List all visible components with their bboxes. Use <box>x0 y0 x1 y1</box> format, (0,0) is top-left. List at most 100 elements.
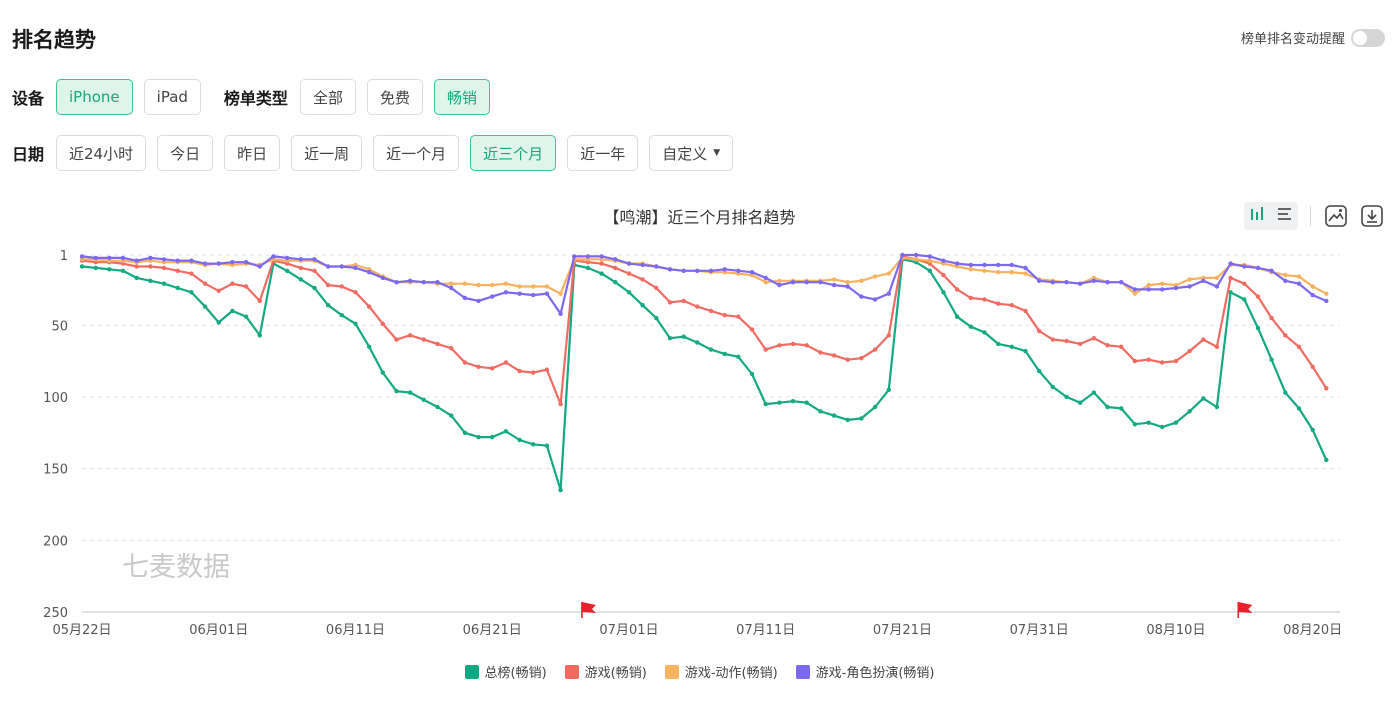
data-point <box>599 254 604 259</box>
data-point <box>1269 357 1274 362</box>
data-point <box>189 290 194 295</box>
data-point <box>79 264 85 269</box>
data-point <box>312 268 317 273</box>
data-point <box>1283 333 1288 338</box>
data-point <box>298 277 303 282</box>
data-point <box>134 264 139 269</box>
legend-item-rpg[interactable]: 游戏-角色扮演(畅销) <box>795 662 935 681</box>
date-today-button[interactable]: 今日 <box>157 135 214 171</box>
data-point <box>667 336 673 341</box>
data-point <box>544 291 550 296</box>
date-week-button[interactable]: 近一周 <box>291 135 363 171</box>
data-point <box>1296 281 1302 286</box>
data-point <box>202 261 208 266</box>
data-point <box>189 271 194 276</box>
data-point <box>1283 390 1288 395</box>
data-point <box>558 401 563 407</box>
data-point <box>421 337 426 342</box>
list-type-free-button[interactable]: 免费 <box>366 79 423 115</box>
date-three-months-button[interactable]: 近三个月 <box>470 135 557 171</box>
x-tick-label: 05月22日 <box>52 623 111 638</box>
bar-view-icon[interactable] <box>1249 206 1267 226</box>
x-tick-label: 08月10日 <box>1146 623 1205 638</box>
device-iphone-button[interactable]: iPhone <box>56 79 133 115</box>
legend-item-action[interactable]: 游戏-动作(畅销) <box>664 662 778 681</box>
date-year-button[interactable]: 近一年 <box>567 135 639 171</box>
data-point <box>1242 281 1247 286</box>
data-point <box>79 254 85 259</box>
date-yesterday-button[interactable]: 昨日 <box>224 135 281 171</box>
data-point <box>367 304 372 309</box>
legend-label: 游戏-角色扮演(畅销) <box>815 666 935 681</box>
data-point <box>1160 424 1165 430</box>
data-point <box>859 278 864 283</box>
data-point <box>408 278 413 283</box>
data-point <box>749 270 755 275</box>
data-point <box>298 265 303 271</box>
data-point <box>872 274 878 279</box>
data-point <box>640 262 645 268</box>
data-point <box>804 343 809 348</box>
list-type-grossing-button[interactable]: 畅销 <box>433 79 490 115</box>
legend-item-games[interactable]: 游戏(畅销) <box>564 662 647 681</box>
data-point <box>886 291 891 296</box>
data-point <box>1009 344 1014 349</box>
data-point <box>927 258 932 263</box>
data-point <box>572 254 577 259</box>
list-view-icon[interactable] <box>1276 206 1294 226</box>
data-point <box>872 347 878 352</box>
data-point <box>982 297 987 302</box>
data-point <box>968 324 973 329</box>
date-custom-dropdown[interactable]: 自定义 ▼ <box>649 135 734 171</box>
data-point <box>1160 281 1165 286</box>
device-ipad-button[interactable]: iPad <box>143 79 201 115</box>
list-type-label: 榜单类型 <box>223 89 288 108</box>
data-point <box>216 288 221 293</box>
data-point <box>490 434 495 440</box>
data-point <box>1269 315 1274 321</box>
list-type-all-button[interactable]: 全部 <box>299 79 356 115</box>
data-point <box>941 272 946 278</box>
data-point <box>380 321 385 326</box>
data-point <box>1064 394 1069 400</box>
data-point <box>790 280 796 285</box>
data-point <box>1173 358 1179 364</box>
series-1 <box>79 254 1329 407</box>
data-point <box>982 330 987 335</box>
rank-change-alert-toggle[interactable] <box>1351 28 1385 47</box>
data-point <box>1146 420 1151 425</box>
data-point <box>462 295 468 301</box>
legend-item-overall[interactable]: 总榜(畅销) <box>464 662 547 681</box>
data-point <box>435 280 440 285</box>
data-point <box>1132 358 1138 364</box>
data-point <box>722 267 727 272</box>
data-point <box>230 308 235 314</box>
data-point <box>1242 297 1247 302</box>
data-point <box>1132 287 1138 292</box>
data-point <box>1283 272 1288 278</box>
data-point <box>107 255 112 261</box>
flag-icon <box>581 602 596 613</box>
data-point <box>1091 278 1097 283</box>
y-tick-label: 150 <box>43 463 68 478</box>
data-point <box>325 264 331 269</box>
data-point <box>1310 284 1315 289</box>
data-point <box>339 284 344 289</box>
data-point <box>394 280 399 285</box>
data-point <box>230 260 235 265</box>
download-icon[interactable] <box>1359 203 1385 229</box>
data-point <box>1091 336 1097 341</box>
data-point <box>968 267 973 272</box>
date-month-button[interactable]: 近一个月 <box>373 135 460 171</box>
data-point <box>667 267 673 272</box>
data-point <box>421 397 426 402</box>
data-point <box>790 399 796 404</box>
image-export-icon[interactable] <box>1323 203 1349 229</box>
date-24h-button[interactable]: 近24小时 <box>56 135 147 171</box>
rank-change-alert-label: 榜单排名变动提醒 <box>1240 32 1345 47</box>
data-point <box>954 287 960 292</box>
data-point <box>462 360 468 365</box>
data-point <box>503 429 509 434</box>
data-point <box>1283 278 1288 283</box>
data-point <box>216 320 221 325</box>
